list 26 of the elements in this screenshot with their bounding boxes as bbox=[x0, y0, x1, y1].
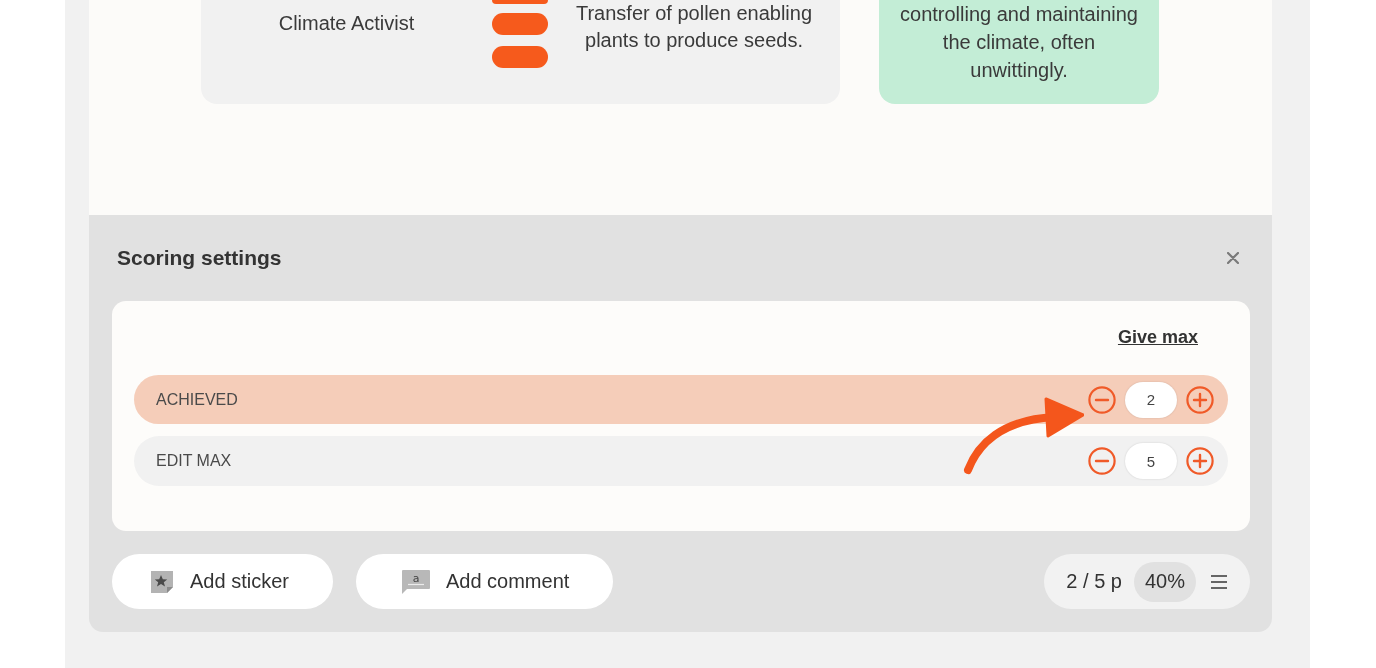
close-icon[interactable] bbox=[1227, 252, 1239, 264]
row-label: ACHIEVED bbox=[156, 390, 238, 409]
answer-text: controlling and maintaining the climate, often unwittingly. bbox=[899, 2, 1139, 83]
menu-icon[interactable] bbox=[1211, 574, 1227, 589]
scoring-row[interactable]: EDIT MAX 5 bbox=[134, 436, 1228, 486]
minus-icon[interactable] bbox=[1088, 385, 1116, 414]
sticker-icon[interactable] bbox=[150, 569, 174, 594]
definition-text: Transfer of pollen enabling plants to produce seeds. bbox=[574, 1, 814, 53]
term-label: Climate Activist bbox=[277, 11, 416, 36]
add-comment-button[interactable]: a Add comment bbox=[355, 554, 614, 609]
give-max-link[interactable]: Give max bbox=[1117, 325, 1198, 349]
value-field[interactable]: 5 bbox=[1125, 443, 1177, 479]
value-field[interactable]: 2 bbox=[1125, 381, 1177, 418]
row-label: EDIT MAX bbox=[156, 452, 232, 470]
panel-title: Scoring settings bbox=[117, 246, 282, 270]
curved-arrow-icon bbox=[962, 396, 1084, 476]
match-handle[interactable] bbox=[492, 13, 548, 35]
match-handle[interactable] bbox=[492, 0, 548, 4]
add-sticker-button[interactable]: Add sticker bbox=[112, 554, 333, 609]
minus-icon[interactable] bbox=[1088, 447, 1116, 475]
match-handle[interactable] bbox=[492, 46, 548, 68]
percentage-badge: 40% bbox=[1133, 561, 1196, 602]
points-total: 2 / 5 p bbox=[1066, 570, 1122, 593]
plus-icon[interactable] bbox=[1186, 447, 1214, 475]
scoring-row[interactable]: ACHIEVED 2 bbox=[134, 375, 1228, 424]
plus-icon[interactable] bbox=[1186, 385, 1214, 414]
